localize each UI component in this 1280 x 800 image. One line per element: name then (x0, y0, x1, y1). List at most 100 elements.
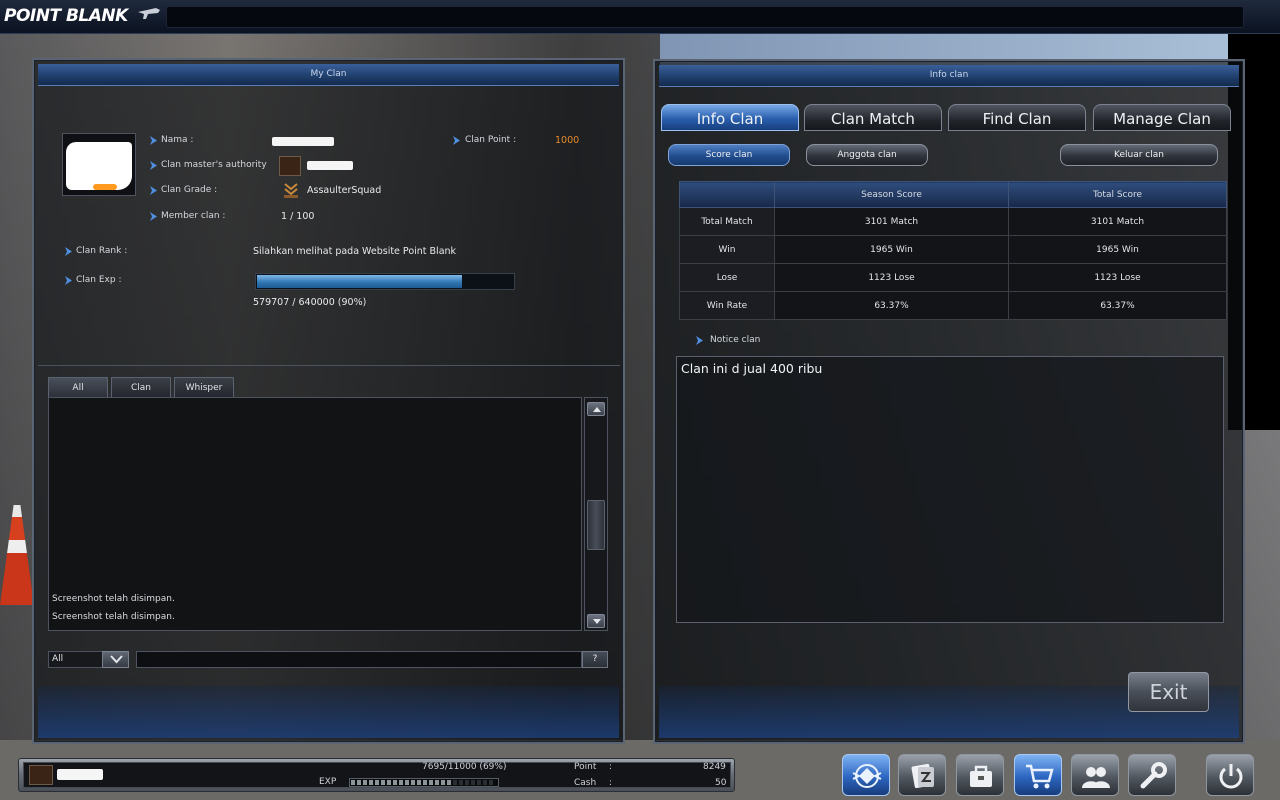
clan-grade-value: AssaulterSquad (307, 185, 382, 196)
inventory-button[interactable] (898, 754, 946, 796)
chat-scrollbar[interactable] (584, 397, 608, 631)
exp-tick (429, 780, 433, 785)
power-icon (1219, 764, 1243, 789)
chat-help-button[interactable]: ? (582, 651, 608, 668)
top-bar: POINT BLANK (0, 0, 1280, 34)
exp-tick (435, 780, 439, 785)
chevron-down-icon (110, 655, 123, 664)
total-score-cell: 1123 Lose (1008, 263, 1227, 292)
exp-tick (459, 780, 463, 785)
clan-emblem (62, 133, 136, 196)
chevron-right-icon (150, 186, 157, 195)
tab-info-clan[interactable]: Info Clan (661, 104, 799, 131)
game-logo: POINT BLANK (4, 6, 128, 26)
cart-button[interactable] (1014, 754, 1062, 796)
exp-tick (489, 780, 493, 785)
section-divider (38, 365, 620, 366)
table-header: Total Score (1008, 181, 1227, 208)
exp-tick (387, 780, 391, 785)
channel-dropdown-button[interactable] (102, 651, 129, 668)
shop-bag-icon (970, 765, 992, 787)
total-score-cell: 3101 Match (1008, 207, 1227, 236)
exp-tick (363, 780, 367, 785)
logo-gun-icon (138, 8, 160, 19)
clan-point-label: Clan Point : (465, 135, 517, 145)
arrow-down-icon (593, 619, 601, 624)
exp-tick (369, 780, 373, 785)
anggota-clan-button[interactable]: Anggota clan (806, 144, 928, 166)
exp-tick (477, 780, 481, 785)
inventory-icon (911, 763, 934, 789)
chevron-right-icon (696, 336, 703, 345)
scroll-up-button[interactable] (587, 402, 605, 416)
settings-button[interactable] (1128, 754, 1176, 796)
season-score-cell: 3101 Match (774, 207, 1009, 236)
total-score-cell: 1965 Win (1008, 235, 1227, 264)
chevron-right-icon (65, 276, 72, 285)
point-value: 8249 (703, 762, 726, 772)
exp-tick (423, 780, 427, 785)
chat-tab-clan[interactable]: Clan (111, 377, 171, 397)
notice-clan-text: Clan ini d jual 400 ribu (681, 361, 823, 376)
tab-clan-match[interactable]: Clan Match (804, 104, 942, 131)
row-label: Lose (679, 263, 775, 292)
table-row: Win Rate 63.37% 63.37% (679, 291, 1227, 320)
notice-clan-label: Notice clan (710, 335, 761, 345)
scroll-thumb[interactable] (587, 500, 605, 550)
shop-button[interactable] (956, 754, 1004, 796)
exp-tick (375, 780, 379, 785)
clan-master-label: Clan master's authority (161, 160, 267, 170)
player-exp-text: 7695/11000 (69%) (422, 762, 507, 772)
exp-tick (351, 780, 355, 785)
exp-tick (465, 780, 469, 785)
clan-grade-label: Clan Grade : (161, 185, 218, 195)
cart-icon (1026, 764, 1054, 789)
table-row: Total Match 3101 Match 3101 Match (679, 207, 1227, 236)
total-score-cell: 63.37% (1008, 291, 1227, 320)
nama-label: Nama : (161, 135, 194, 145)
clan-emblem-icon (852, 764, 882, 788)
power-button[interactable] (1206, 754, 1254, 796)
scroll-down-button[interactable] (587, 614, 605, 628)
chevron-right-icon (65, 247, 72, 256)
table-row: Win 1965 Win 1965 Win (679, 235, 1227, 264)
player-rank-icon (29, 765, 53, 785)
clan-point-value: 1000 (555, 135, 580, 146)
arrow-up-icon (593, 407, 601, 412)
notice-clan-text-area[interactable]: Clan ini d jual 400 ribu (676, 356, 1224, 623)
season-score-cell: 63.37% (774, 291, 1009, 320)
member-clan-value: 1 / 100 (281, 211, 315, 222)
exp-tick (357, 780, 361, 785)
community-button[interactable] (1071, 754, 1119, 796)
chevron-right-icon (150, 161, 157, 170)
exp-tick (399, 780, 403, 785)
clan-rank-value: Silahkan melihat pada Website Point Blan… (253, 246, 457, 257)
clan-menu-button[interactable] (842, 754, 890, 796)
exp-tick (417, 780, 421, 785)
chat-message: Screenshot telah disimpan. (52, 594, 175, 604)
table-row: Lose 1123 Lose 1123 Lose (679, 263, 1227, 292)
season-score-cell: 1965 Win (774, 235, 1009, 264)
keluar-clan-button[interactable]: Keluar clan (1060, 144, 1218, 166)
chat-tab-all[interactable]: All (48, 377, 108, 397)
master-name-hidden (307, 161, 353, 170)
community-icon (1082, 767, 1110, 788)
row-label: Win (679, 235, 775, 264)
point-label: Point (574, 762, 597, 772)
score-clan-button[interactable]: Score clan (668, 144, 790, 166)
clan-rank-label: Clan Rank : (76, 246, 128, 256)
exp-tick (453, 780, 457, 785)
clan-name-hidden (272, 137, 334, 146)
table-header (679, 181, 775, 208)
cash-separator: : (609, 778, 613, 788)
chat-tab-whisper[interactable]: Whisper (174, 377, 234, 397)
exp-tick (411, 780, 415, 785)
tab-manage-clan[interactable]: Manage Clan (1093, 104, 1231, 131)
exit-button[interactable]: Exit (1128, 672, 1209, 712)
tab-find-clan[interactable]: Find Clan (948, 104, 1086, 131)
grade-insignia-icon (284, 183, 298, 198)
exp-tick (405, 780, 409, 785)
my-clan-title: My Clan (38, 64, 619, 86)
chat-input[interactable] (136, 651, 582, 668)
panel-footer (38, 686, 619, 738)
